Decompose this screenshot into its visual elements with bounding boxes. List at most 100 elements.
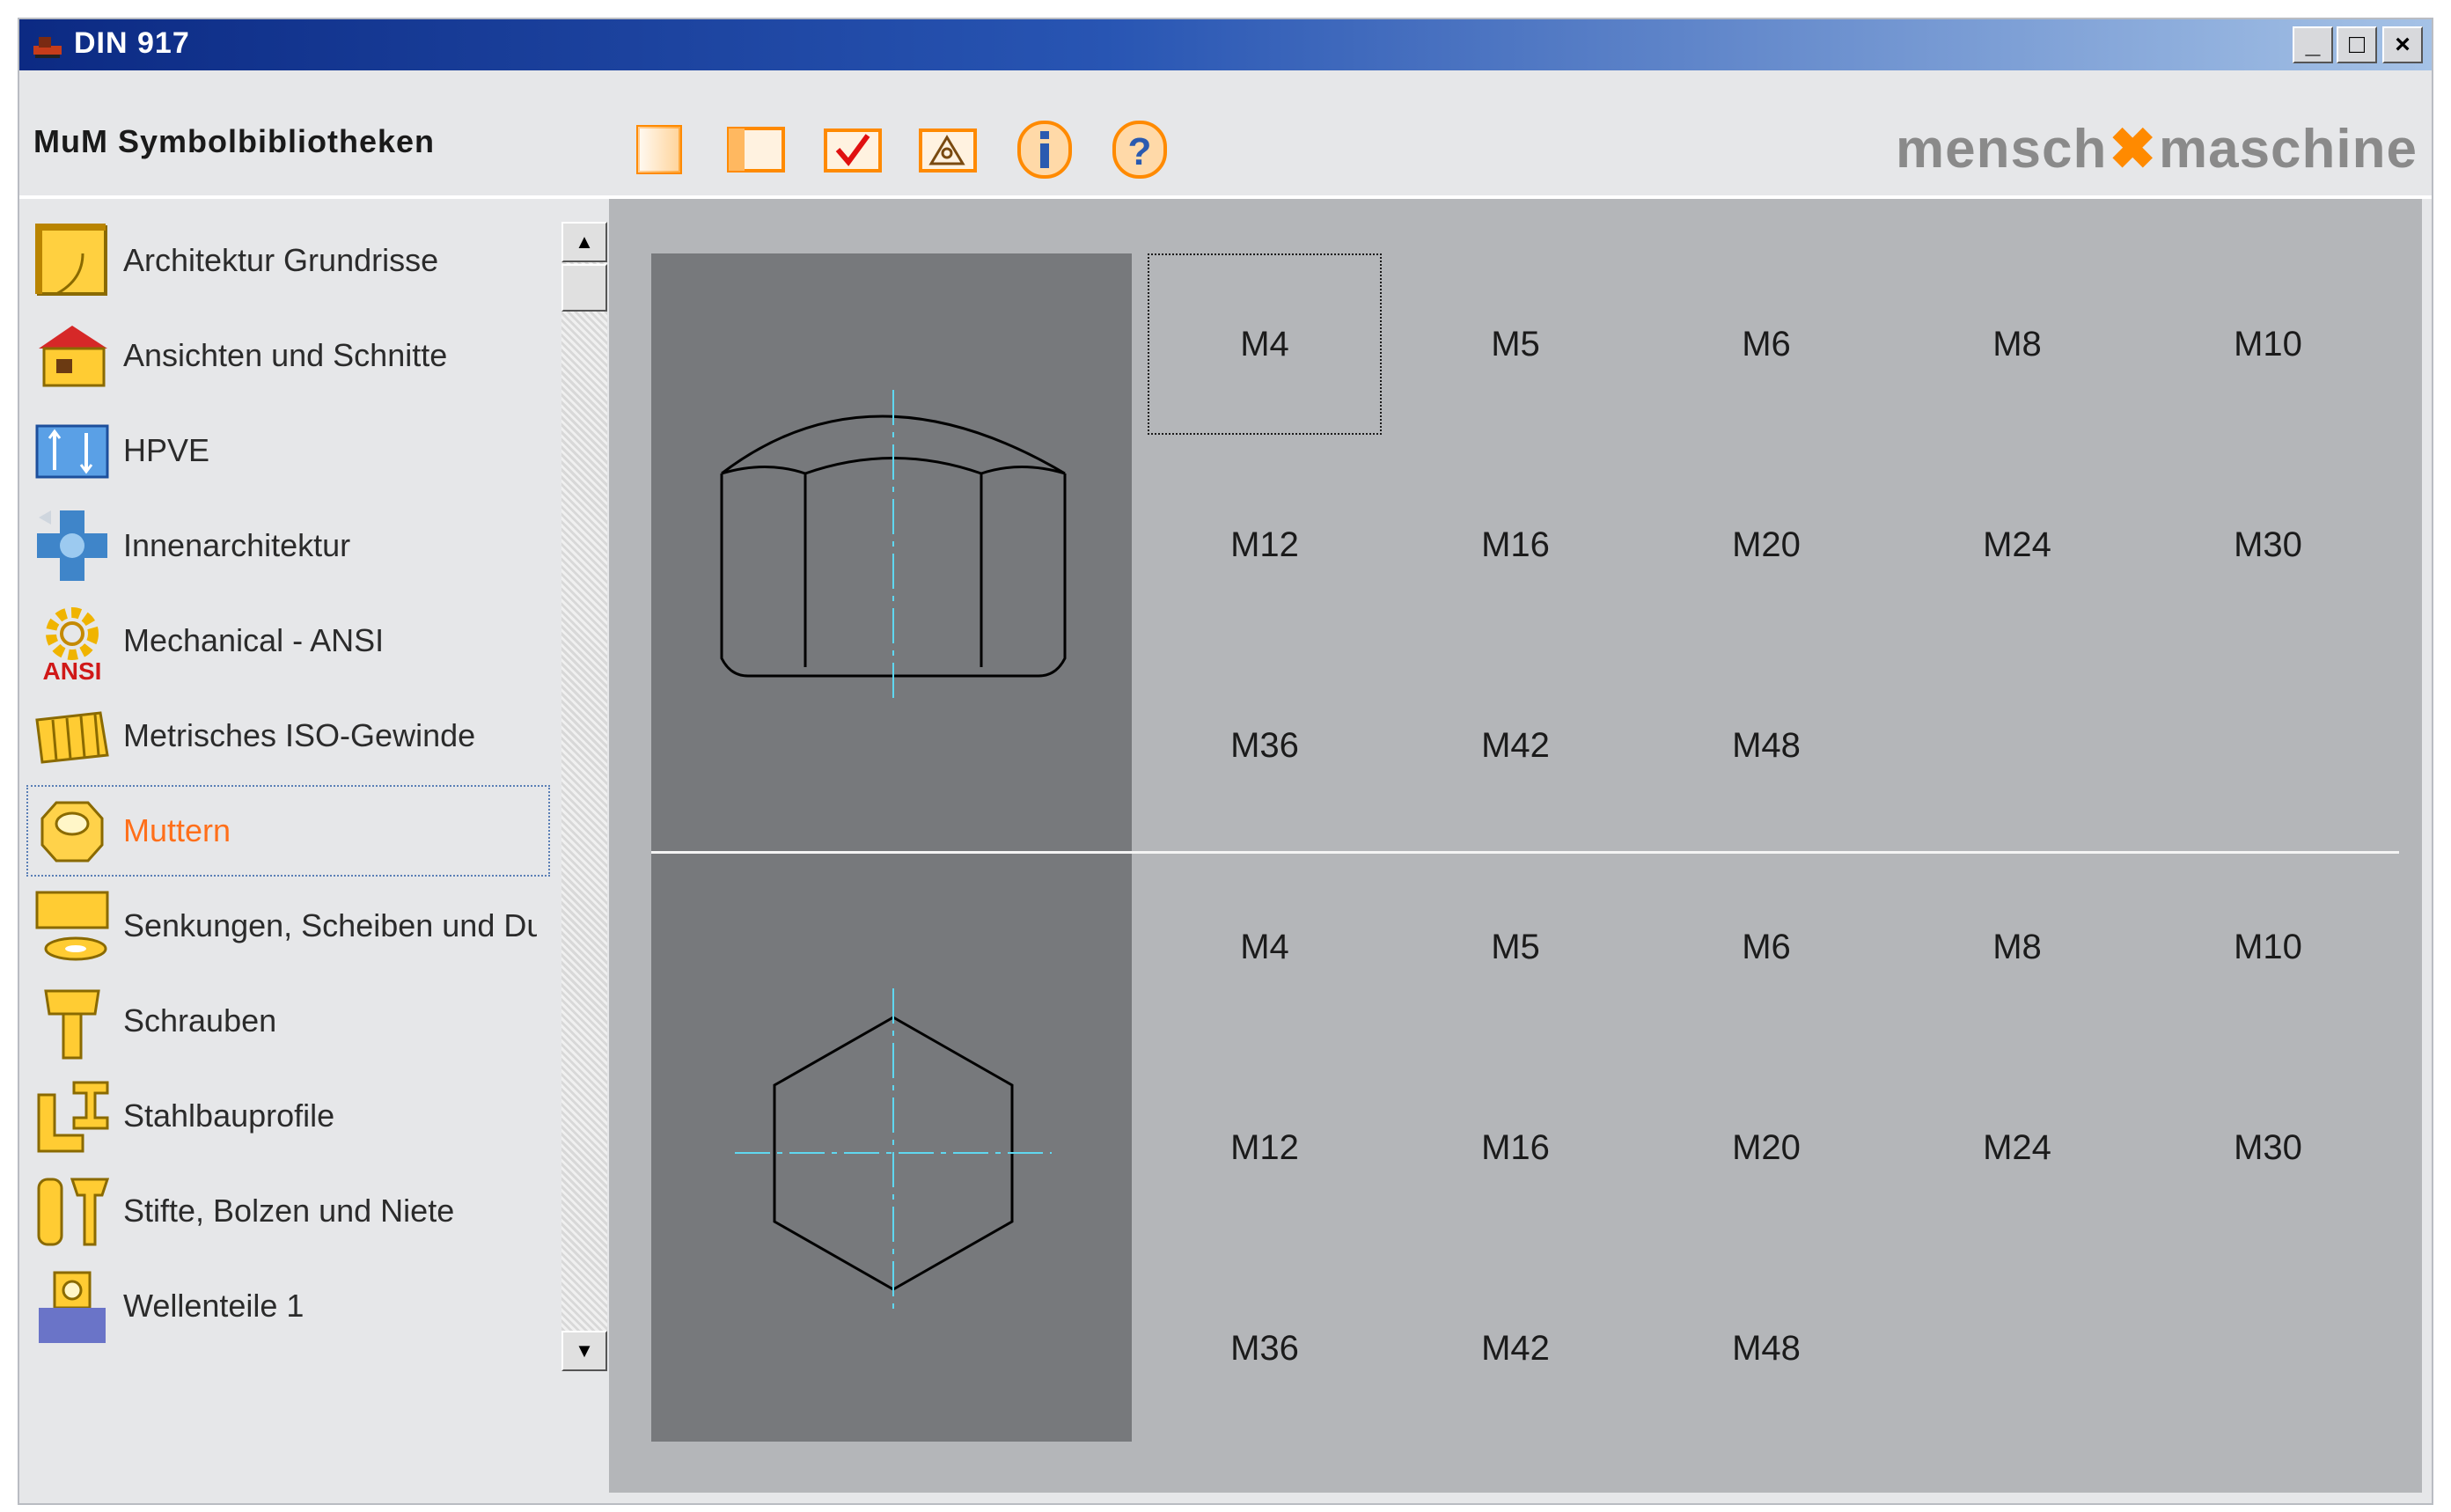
sidebar-item-label: Senkungen, Scheiben und Du (123, 907, 537, 943)
logo-text-left: mensch (1896, 119, 2108, 180)
size-m42-top[interactable]: M42 (1397, 653, 1634, 838)
size-m4-bottom[interactable]: M4 (1146, 855, 1383, 1039)
new-page-button[interactable] (627, 116, 692, 183)
sidebar-item-label: Schrauben (123, 1002, 277, 1039)
size-m24-bottom[interactable]: M24 (1898, 1055, 2136, 1240)
app-window: DIN 917 _ □ × MuM Symbolbibliotheken ? m… (18, 18, 2433, 1505)
size-m30-top[interactable]: M30 (2149, 452, 2387, 637)
help-icon: ? (1112, 121, 1167, 179)
sidebar-item-schrauben[interactable]: Schrauben (26, 975, 550, 1067)
preview-side-view (651, 253, 1132, 852)
size-m8-top[interactable]: M8 (1898, 252, 2136, 437)
thread-icon (26, 690, 118, 782)
logo-mark-icon: ✖ (2109, 117, 2157, 180)
sidebar-item-label: Architektur Grundrisse (123, 242, 439, 278)
size-m8-bottom[interactable]: M8 (1898, 855, 2136, 1039)
title-bar[interactable]: DIN 917 _ □ × (19, 19, 2432, 70)
panel-button[interactable] (723, 116, 789, 183)
minimize-button[interactable]: _ (2293, 26, 2333, 63)
size-m12-bottom[interactable]: M12 (1146, 1055, 1383, 1240)
sidebar-item-label: Ansichten und Schnitte (123, 337, 448, 373)
svg-text:?: ? (1128, 130, 1152, 173)
size-m6-bottom[interactable]: M6 (1647, 855, 1885, 1039)
logo-text-right: maschine (2158, 119, 2418, 180)
size-m20-bottom[interactable]: M20 (1647, 1055, 1885, 1240)
size-m42-bottom[interactable]: M42 (1397, 1256, 1634, 1441)
sidebar-item-iso-gewinde[interactable]: Metrisches ISO-Gewinde (26, 690, 550, 782)
sidebar-item-label: Wellenteile 1 (123, 1288, 305, 1324)
blank-page-icon (636, 125, 682, 174)
section-divider (651, 851, 2399, 854)
sidebar-item-ansichten[interactable]: Ansichten und Schnitte (26, 310, 550, 401)
preview-top-view (651, 852, 1132, 1442)
sidebar-item-innenarchitektur[interactable]: Innenarchitektur (26, 500, 550, 591)
sidebar-item-label: Metrisches ISO-Gewinde (123, 717, 476, 753)
house-icon (26, 310, 118, 401)
window-title: DIN 917 (74, 26, 190, 60)
sidebar-item-wellenteile[interactable]: Wellenteile 1 (26, 1260, 550, 1352)
gear-ansi-icon: ANSI (26, 595, 118, 686)
size-m6-top[interactable]: M6 (1647, 252, 1885, 437)
size-m12-top[interactable]: M12 (1146, 452, 1383, 637)
size-m30-bottom[interactable]: M30 (2149, 1055, 2387, 1240)
sidebar-item-architektur[interactable]: Architektur Grundrisse (26, 215, 550, 306)
size-m10-bottom[interactable]: M10 (2149, 855, 2387, 1039)
header: MuM Symbolbibliotheken ? mensch ✖ maschi… (19, 70, 2432, 194)
hex-nut-top-drawing (735, 988, 1052, 1314)
insert-button[interactable] (915, 116, 980, 183)
nut-icon (26, 785, 118, 877)
info-button[interactable] (1012, 116, 1077, 183)
close-button[interactable]: × (2382, 26, 2423, 63)
scroll-thumb[interactable] (561, 264, 607, 312)
size-m48-bottom[interactable]: M48 (1647, 1256, 1885, 1441)
sidebar-item-label: Stahlbauprofile (123, 1097, 335, 1134)
cap-nut-side-drawing (720, 390, 1067, 702)
hpve-icon (26, 405, 118, 496)
size-m5-bottom[interactable]: M5 (1397, 855, 1634, 1039)
steel-profile-icon (26, 1070, 118, 1162)
sidebar-item-stifte[interactable]: Stifte, Bolzen und Niete (26, 1165, 550, 1257)
library-sidebar: Architektur Grundrisse Ansichten und Sch… (26, 199, 607, 1371)
architecture-icon (26, 215, 118, 306)
scroll-up-button[interactable]: ▲ (561, 222, 607, 262)
size-m36-top[interactable]: M36 (1146, 653, 1383, 838)
sidebar-item-label: Mechanical - ANSI (123, 622, 385, 658)
sidebar-item-hpve[interactable]: HPVE (26, 405, 550, 496)
interior-icon (26, 500, 118, 591)
info-icon (1017, 121, 1072, 179)
sidebar-item-label: Muttern (123, 812, 231, 848)
shaft-icon (26, 1260, 118, 1352)
check-button[interactable] (820, 116, 885, 183)
insert-icon (919, 128, 977, 172)
size-m5-top[interactable]: M5 (1397, 252, 1634, 437)
pin-icon (26, 1165, 118, 1257)
svg-text:ANSI: ANSI (43, 657, 102, 683)
size-m4-top[interactable]: M4 (1146, 252, 1383, 437)
sidebar-item-stahlbauprofile[interactable]: Stahlbauprofile (26, 1070, 550, 1162)
size-m16-bottom[interactable]: M16 (1397, 1055, 1634, 1240)
size-m36-bottom[interactable]: M36 (1146, 1256, 1383, 1441)
symbol-content: M4 M5 M6 M8 M10 M12 M16 M20 M24 M30 M36 … (609, 199, 2422, 1493)
size-m16-top[interactable]: M16 (1397, 452, 1634, 637)
sidebar-item-muttern[interactable]: Muttern (26, 785, 550, 877)
screw-icon (26, 975, 118, 1067)
size-m20-top[interactable]: M20 (1647, 452, 1885, 637)
sidebar-item-label: HPVE (123, 432, 210, 468)
sidebar-item-mechanical-ansi[interactable]: ANSI Mechanical - ANSI (26, 595, 550, 686)
maximize-button[interactable]: □ (2337, 26, 2377, 63)
washer-icon (26, 880, 118, 972)
help-button[interactable]: ? (1107, 116, 1172, 183)
sidebar-item-label: Stifte, Bolzen und Niete (123, 1193, 455, 1229)
size-m10-top[interactable]: M10 (2149, 252, 2387, 437)
scroll-down-button[interactable]: ▼ (561, 1331, 607, 1371)
size-m48-top[interactable]: M48 (1647, 653, 1885, 838)
sidebar-item-label: Innenarchitektur (123, 527, 351, 563)
sidebar-scrollbar[interactable]: ▲ ▼ (561, 222, 607, 1371)
app-icon (33, 37, 62, 58)
size-m24-top[interactable]: M24 (1898, 452, 2136, 637)
brand-logo: mensch ✖ maschine (1896, 116, 2418, 182)
checkmark-icon (824, 128, 882, 172)
app-title: MuM Symbolbibliotheken (33, 123, 436, 159)
panel-icon (727, 127, 785, 172)
sidebar-item-senkungen[interactable]: Senkungen, Scheiben und Du (26, 880, 550, 972)
